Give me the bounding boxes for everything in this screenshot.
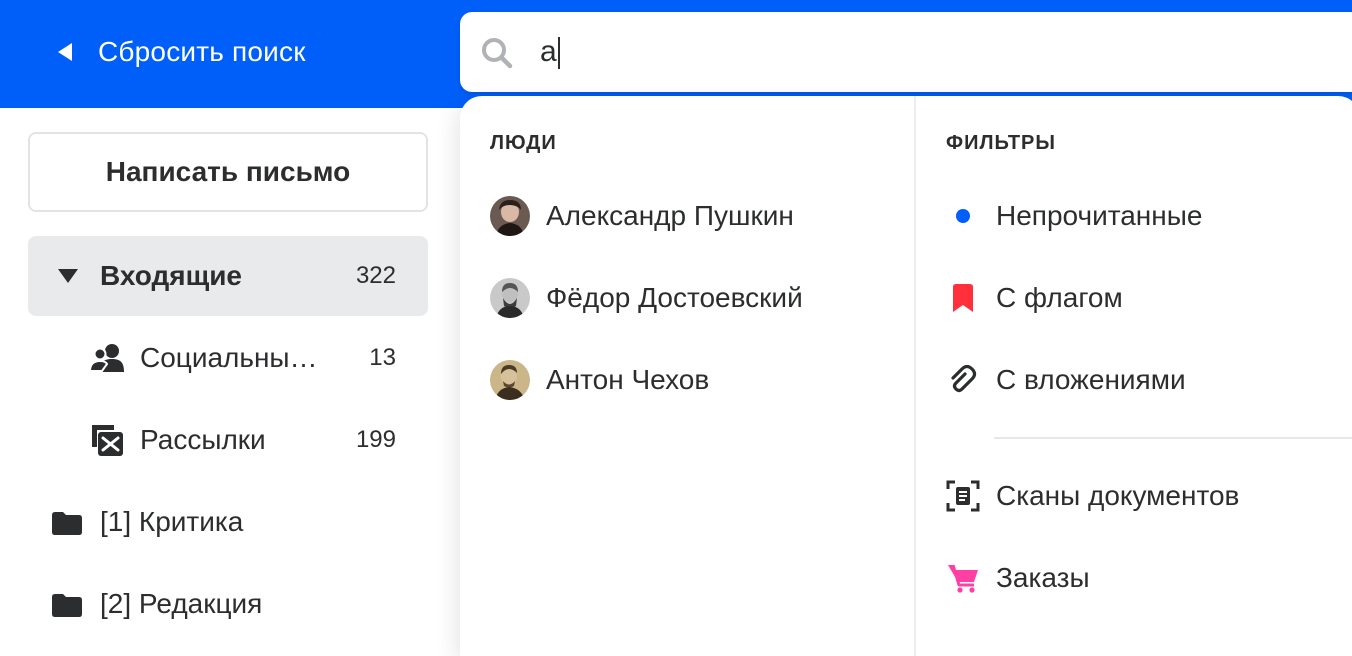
- filter-label: Непрочитанные: [996, 200, 1203, 231]
- person-suggestion[interactable]: Александр Пушкин: [490, 196, 794, 236]
- folder-icon: [52, 592, 82, 618]
- person-name: Александр Пушкин: [546, 200, 794, 231]
- sidebar: Написать письмо Входящие 322 Социальны… …: [0, 108, 460, 640]
- column-divider: [914, 96, 916, 656]
- paperclip-icon: [946, 363, 980, 397]
- people-section-title: ЛЮДИ: [490, 132, 557, 154]
- unread-count: 199: [355, 426, 396, 453]
- flag-icon: [946, 281, 980, 315]
- sidebar-item-newsletters[interactable]: Рассылки 199: [28, 400, 428, 480]
- avatar: [490, 278, 530, 318]
- filter-orders[interactable]: Заказы: [946, 558, 1090, 598]
- folder-icon: [52, 510, 82, 536]
- filter-scans[interactable]: Сканы документов: [946, 476, 1239, 516]
- filter-label: С вложениями: [996, 364, 1186, 395]
- search-input-value[interactable]: а: [540, 34, 560, 70]
- filter-flagged[interactable]: С флагом: [946, 278, 1123, 318]
- people-icon: [90, 342, 124, 374]
- sidebar-item-social[interactable]: Социальны… 13: [28, 318, 428, 398]
- sidebar-item-label: [1] Критика: [100, 506, 244, 537]
- person-name: Антон Чехов: [546, 364, 710, 395]
- search-input[interactable]: а: [460, 12, 1352, 92]
- back-arrow-icon: [58, 43, 72, 61]
- search-suggestions-dropdown: ЛЮДИ Александр Пушкин Фёдор Достоевский: [460, 96, 1352, 656]
- scan-document-icon: [946, 479, 980, 513]
- filter-unread[interactable]: Непрочитанные: [946, 196, 1202, 236]
- newsletter-icon: [90, 422, 124, 458]
- filter-attachments[interactable]: С вложениями: [946, 360, 1186, 400]
- person-suggestion[interactable]: Антон Чехов: [490, 360, 709, 400]
- reset-search-button[interactable]: Сбросить поиск: [58, 34, 306, 70]
- unread-count: 13: [369, 344, 396, 371]
- filters-section-title: ФИЛЬТРЫ: [946, 132, 1056, 154]
- sidebar-item-folder-critique[interactable]: [1] Критика: [28, 482, 428, 562]
- sidebar-item-label: Входящие: [100, 260, 242, 291]
- compose-button[interactable]: Написать письмо: [28, 132, 428, 212]
- sidebar-item-folder-editorial[interactable]: [2] Редакция: [28, 564, 428, 644]
- person-name: Фёдор Достоевский: [546, 282, 803, 313]
- cart-icon: [946, 561, 980, 595]
- filter-label: Сканы документов: [996, 480, 1240, 511]
- avatar: [490, 196, 530, 236]
- filter-divider: [994, 437, 1352, 439]
- search-icon: [482, 38, 513, 69]
- filter-label: С флагом: [996, 282, 1123, 313]
- reset-search-label: Сбросить поиск: [98, 36, 306, 67]
- triangle-down-icon[interactable]: [58, 266, 78, 286]
- sidebar-item-label: Рассылки: [140, 424, 266, 455]
- sidebar-item-label: [2] Редакция: [100, 588, 263, 619]
- unread-dot-icon: [946, 199, 980, 233]
- text-caret: [557, 37, 560, 70]
- sidebar-item-label: Социальны…: [140, 342, 318, 373]
- person-suggestion[interactable]: Фёдор Достоевский: [490, 278, 803, 318]
- unread-count: 322: [355, 262, 396, 289]
- filter-label: Заказы: [996, 562, 1090, 593]
- avatar: [490, 360, 530, 400]
- sidebar-item-inbox[interactable]: Входящие 322: [28, 236, 428, 316]
